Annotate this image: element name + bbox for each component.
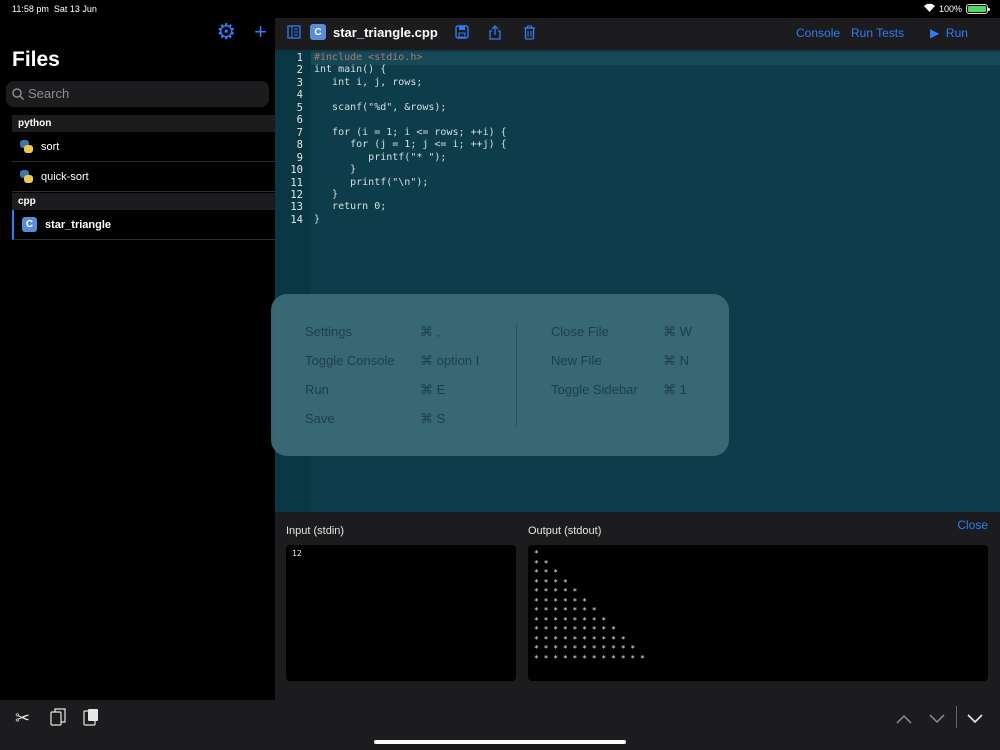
shortcut-label: Toggle Sidebar xyxy=(551,382,638,397)
python-icon xyxy=(20,140,33,153)
overlay-divider xyxy=(516,324,517,426)
shortcut-label: Settings xyxy=(305,324,352,339)
code-line: } xyxy=(314,164,357,176)
code-line: } xyxy=(314,213,321,225)
sidebar: ⚙ + Files Search python sort quick-sort … xyxy=(0,18,275,700)
chevron-up-icon[interactable] xyxy=(896,708,912,729)
output-label: Output (stdout) xyxy=(528,525,602,537)
paste-icon[interactable] xyxy=(83,708,99,731)
chevron-down-icon[interactable] xyxy=(929,708,945,729)
status-right: 100% xyxy=(923,3,990,14)
shortcut-label: Close File xyxy=(551,324,609,339)
shortcut-key: ⌘ E xyxy=(420,382,446,397)
search-icon xyxy=(12,88,24,100)
line-number: 8 xyxy=(296,139,303,152)
battery-percent: 100% xyxy=(938,3,962,14)
line-number: 4 xyxy=(296,89,303,102)
status-bar: 11:58 pm Sat 13 Jun 100% xyxy=(0,0,1000,18)
shortcut-label: Toggle Console xyxy=(305,353,395,368)
shortcut-key: ⌘ , xyxy=(420,324,441,339)
code-line: for (j = 1; j <= i; ++j) { xyxy=(314,139,507,151)
file-label: sort xyxy=(41,140,60,153)
input-label: Input (stdin) xyxy=(286,525,345,537)
cpp-file-icon: C xyxy=(310,24,326,40)
play-icon: ▶ xyxy=(930,26,940,40)
shortcut-label: Save xyxy=(305,411,335,426)
sidebar-actions: ⚙ + xyxy=(216,21,267,43)
page-title: Files xyxy=(12,48,60,71)
share-icon[interactable] xyxy=(488,25,502,43)
home-indicator xyxy=(374,740,626,744)
search-placeholder: Search xyxy=(28,86,70,101)
stdin-input[interactable]: 12 xyxy=(286,545,516,681)
line-number: 3 xyxy=(296,76,303,89)
file-item-star-triangle[interactable]: C star_triangle xyxy=(12,210,275,240)
shortcut-key: ⌘ 1 xyxy=(663,382,687,397)
code-line: return 0; xyxy=(314,201,387,213)
console-panel: Input (stdin) Output (stdout) Close 12 *… xyxy=(275,512,1000,700)
line-number: 7 xyxy=(296,126,303,139)
status-time: 11:58 pm Sat 13 Jun xyxy=(12,4,97,14)
save-icon[interactable] xyxy=(455,25,469,42)
line-number: 11 xyxy=(290,176,303,189)
search-input[interactable]: Search xyxy=(6,81,269,107)
gear-icon[interactable]: ⚙ xyxy=(216,21,236,43)
line-number: 12 xyxy=(290,188,303,201)
file-label: quick-sort xyxy=(41,170,89,183)
shortcut-key: ⌘ S xyxy=(420,411,446,426)
run-button[interactable]: ▶ Run xyxy=(930,26,968,40)
code-line: #include <stdio.h> xyxy=(314,52,423,63)
line-number: 10 xyxy=(290,164,303,177)
line-number: 5 xyxy=(296,101,303,114)
file-label: star_triangle xyxy=(45,218,112,231)
shortcut-key: ⌘ option I xyxy=(420,353,480,368)
code-line: } xyxy=(314,188,339,200)
line-number: 14 xyxy=(290,213,303,226)
copy-icon[interactable] xyxy=(50,708,66,731)
trash-icon[interactable] xyxy=(523,25,536,43)
console-button[interactable]: Console xyxy=(796,26,840,40)
toolbar-divider xyxy=(956,706,957,728)
group-header-python: python xyxy=(12,115,275,132)
scissors-icon[interactable]: ✂ xyxy=(15,708,30,729)
editor-toolbar: C star_triangle.cpp Console Run Tests ▶ … xyxy=(275,18,1000,50)
code-line: printf("* "); xyxy=(314,151,447,163)
outline-icon[interactable] xyxy=(287,25,301,42)
line-number: 1 xyxy=(296,52,303,64)
shortcut-label: Run xyxy=(305,382,329,397)
python-icon xyxy=(20,170,33,183)
code-line: printf("\n"); xyxy=(314,176,429,188)
file-item-quick-sort[interactable]: quick-sort xyxy=(12,162,275,192)
close-console-button[interactable]: Close xyxy=(957,518,988,532)
file-item-sort[interactable]: sort xyxy=(12,132,275,162)
shortcut-key: ⌘ W xyxy=(663,324,692,339)
battery-icon xyxy=(966,3,990,14)
stdout-output: * * * * * * * * * * * * * * * * * * * * … xyxy=(528,545,988,681)
group-header-cpp: cpp xyxy=(12,193,275,210)
run-tests-button[interactable]: Run Tests xyxy=(851,26,904,40)
code-line: int main() { xyxy=(314,64,387,76)
dismiss-keyboard-icon[interactable] xyxy=(967,708,983,729)
line-number: 2 xyxy=(296,64,303,77)
shortcut-label: New File xyxy=(551,353,602,368)
line-number: 13 xyxy=(290,201,303,214)
line-number: 6 xyxy=(296,114,303,127)
cpp-icon: C xyxy=(22,217,37,232)
code-line: int i, j, rows; xyxy=(314,76,423,88)
file-title: star_triangle.cpp xyxy=(333,25,438,40)
add-file-icon[interactable]: + xyxy=(254,21,267,43)
wifi-icon xyxy=(923,3,935,14)
line-number: 9 xyxy=(296,151,303,164)
keyboard-toolbar: ✂ xyxy=(0,700,1000,750)
code-line: scanf("%d", &rows); xyxy=(314,101,447,113)
shortcut-key: ⌘ N xyxy=(663,353,689,368)
code-line: for (i = 1; i <= rows; ++i) { xyxy=(314,126,507,138)
keyboard-shortcuts-overlay: Settings ⌘ , Toggle Console ⌘ option I R… xyxy=(271,294,729,456)
